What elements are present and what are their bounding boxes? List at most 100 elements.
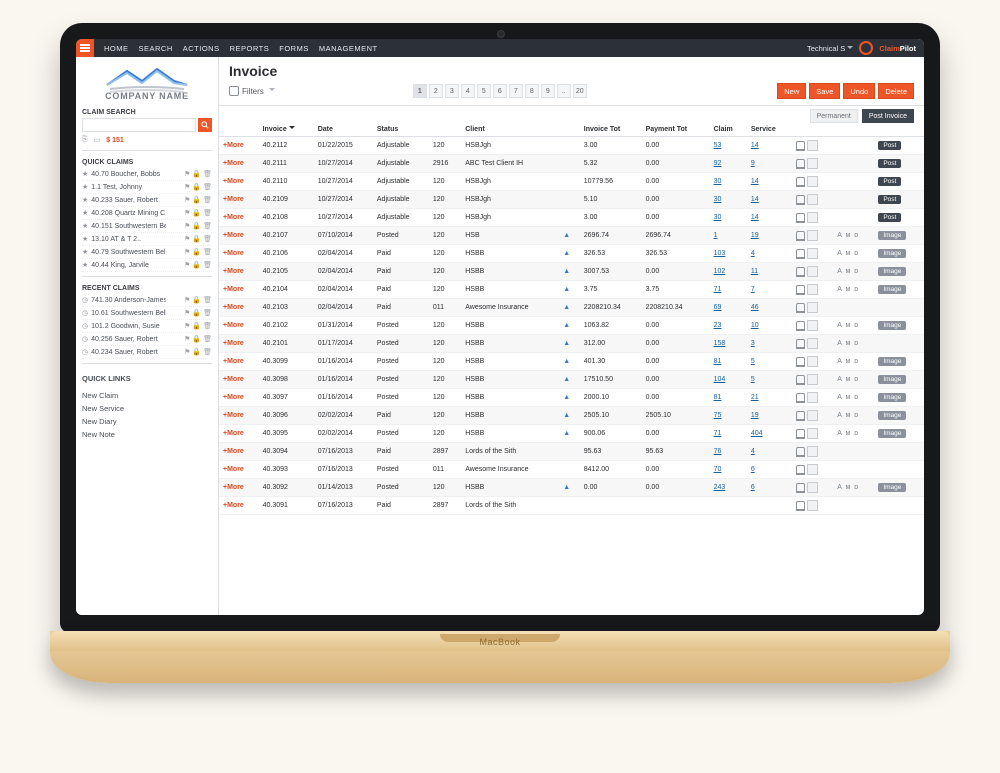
flag-icon[interactable]: ⚑ [184,196,190,204]
trash-icon[interactable]: 🗑 [203,309,212,317]
mini-icon[interactable]: ▭ [94,136,101,144]
lock-icon[interactable] [796,429,805,439]
alert-count[interactable]: $ 151 [106,137,124,144]
sidebar-item[interactable]: ★13.10 AT & T 2..⚑🔒🗑 [82,233,212,246]
table-row[interactable]: +More40.309407/16/2013Paid2897Lords of t… [219,443,924,461]
amh-icons[interactable]: A ᴍ ᴅ [837,250,859,257]
amh-icons[interactable]: A ᴍ ᴅ [837,286,859,293]
trash-icon[interactable]: 🗑 [203,296,212,304]
col-header[interactable] [833,123,874,137]
flag-icon[interactable]: ⚑ [184,335,190,343]
claim-link[interactable]: 69 [714,304,722,311]
col-header[interactable] [792,123,833,137]
table-row[interactable]: +More40.210602/04/2014Paid120HSBB▲326.53… [219,245,924,263]
claim-link[interactable]: 81 [714,358,722,365]
tab[interactable]: Permanent [810,109,858,123]
col-header[interactable] [429,123,461,137]
lock-icon[interactable]: 🔒 [192,309,201,317]
flag-icon[interactable]: ⚑ [184,209,190,217]
table-row[interactable]: +More40.309307/16/2013Posted011Awesome I… [219,461,924,479]
claim-link[interactable]: 103 [714,250,726,257]
doc-icon[interactable] [807,410,818,421]
sidebar-item[interactable]: ◷40.234 Sauer, Robert⚑🔒🗑 [82,346,212,359]
col-header[interactable] [219,123,259,137]
tab[interactable]: Post Invoice [862,109,914,123]
service-link[interactable]: 14 [751,214,759,221]
flag-icon[interactable]: ⚑ [184,322,190,330]
trash-icon[interactable]: 🗑 [203,322,212,330]
flag-icon[interactable]: ⚑ [184,170,190,178]
doc-icon[interactable] [807,446,818,457]
table-row[interactable]: +More40.210402/04/2014Paid120HSBB▲3.753.… [219,281,924,299]
nav-item[interactable]: SEARCH [139,44,173,53]
service-link[interactable]: 46 [751,304,759,311]
expand-row[interactable]: +More [223,232,244,239]
lock-icon[interactable]: 🔒 [192,222,201,230]
new-button[interactable]: New [777,83,806,99]
claim-link[interactable]: 30 [714,214,722,221]
trash-icon[interactable]: 🗑 [203,196,212,204]
image-pill[interactable]: Image [878,285,906,294]
lock-icon[interactable] [796,393,805,403]
doc-icon[interactable] [807,176,818,187]
amh-icons[interactable]: A ᴍ ᴅ [837,358,859,365]
service-link[interactable]: 14 [751,142,759,149]
expand-row[interactable]: +More [223,160,244,167]
table-row[interactable]: +More40.309107/16/2013Paid2897Lords of t… [219,497,924,515]
col-header[interactable] [874,123,924,137]
doc-icon[interactable] [807,374,818,385]
undo-button[interactable]: Undo [843,83,875,99]
hamburger-button[interactable] [76,39,94,57]
claim-link[interactable]: 30 [714,178,722,185]
nav-item[interactable]: REPORTS [230,44,270,53]
expand-row[interactable]: +More [223,484,244,491]
service-link[interactable]: 4 [751,250,755,257]
expand-row[interactable]: +More [223,412,244,419]
trash-icon[interactable]: 🗑 [203,222,212,230]
expand-row[interactable]: +More [223,250,244,257]
sidebar-item[interactable]: ◷101.2 Goodwin, Susie⚑🔒🗑 [82,320,212,333]
pager-page[interactable]: 2 [429,84,443,98]
trash-icon[interactable]: 🗑 [203,170,212,178]
col-header[interactable]: Status [373,123,429,137]
amh-icons[interactable]: A ᴍ ᴅ [837,376,859,383]
image-pill[interactable]: Image [878,267,906,276]
sidebar-item[interactable]: ◷10.61 Southwestern Bell..⚑🔒🗑 [82,307,212,320]
claim-link[interactable]: 76 [714,448,722,455]
pager-page[interactable]: 1 [413,84,427,98]
doc-icon[interactable] [807,356,818,367]
service-link[interactable]: 404 [751,430,763,437]
claim-link[interactable]: 102 [714,268,726,275]
table-row[interactable]: +More40.309801/16/2014Posted120HSBB▲1751… [219,371,924,389]
lock-icon[interactable]: 🔒 [192,248,201,256]
quick-link[interactable]: New Diary [82,415,212,428]
nav-item[interactable]: HOME [104,44,129,53]
col-header[interactable]: Invoice Tot [580,123,642,137]
pager-page[interactable]: 5 [477,84,491,98]
image-pill[interactable]: Image [878,231,906,240]
lock-icon[interactable] [796,357,805,367]
amh-icons[interactable]: A ᴍ ᴅ [837,232,859,239]
service-link[interactable]: 5 [751,376,755,383]
expand-row[interactable]: +More [223,142,244,149]
doc-icon[interactable] [807,230,818,241]
doc-icon[interactable] [807,464,818,475]
expand-row[interactable]: +More [223,178,244,185]
amh-icons[interactable]: A ᴍ ᴅ [837,394,859,401]
service-link[interactable]: 21 [751,394,759,401]
flag-icon[interactable]: ⚑ [184,261,190,269]
claim-link[interactable]: 70 [714,466,722,473]
table-row[interactable]: +More40.210302/04/2014Paid011Awesome Ins… [219,299,924,317]
flag-icon[interactable]: ⚑ [184,296,190,304]
table-row[interactable]: +More40.211010/27/2014Adjustable120HSBJg… [219,173,924,191]
nav-item[interactable]: ACTIONS [183,44,220,53]
claim-link[interactable]: 243 [714,484,726,491]
sidebar-item[interactable]: ★40.79 Southwestern Bell..⚑🔒🗑 [82,246,212,259]
lock-icon[interactable]: 🔒 [192,235,201,243]
doc-icon[interactable] [807,194,818,205]
user-menu[interactable]: Technical S [807,44,853,53]
table-row[interactable]: +More40.211201/22/2015Adjustable120HSBJg… [219,137,924,155]
col-header[interactable]: Date [314,123,373,137]
service-link[interactable]: 6 [751,466,755,473]
sidebar-item[interactable]: ★40.44 King, Jarvile⚑🔒🗑 [82,259,212,272]
